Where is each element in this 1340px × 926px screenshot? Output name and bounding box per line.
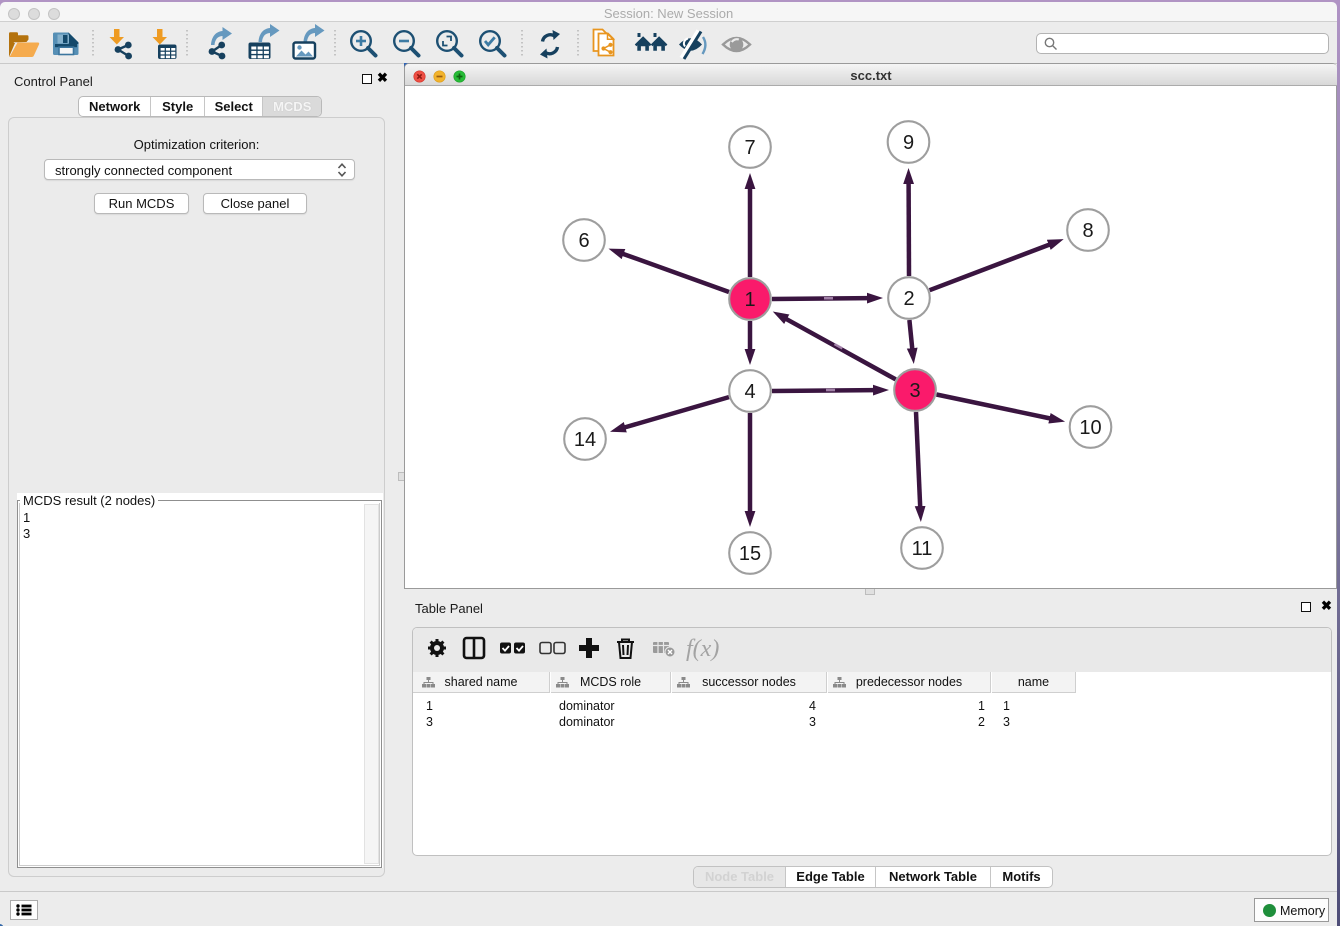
svg-text:11: 11 [912, 538, 933, 560]
svg-text:14: 14 [574, 429, 596, 451]
svg-text:3: 3 [909, 380, 920, 402]
svg-text:4: 4 [744, 381, 755, 403]
svg-text:10: 10 [1079, 417, 1101, 439]
svg-text:f(x): f(x) [686, 636, 719, 662]
svg-text:2: 2 [903, 288, 914, 310]
svg-text:7: 7 [744, 137, 755, 159]
svg-text:15: 15 [739, 543, 761, 565]
svg-text:9: 9 [903, 132, 914, 154]
svg-text:6: 6 [578, 230, 589, 252]
svg-text:8: 8 [1082, 220, 1093, 242]
svg-text:1: 1 [744, 289, 755, 311]
